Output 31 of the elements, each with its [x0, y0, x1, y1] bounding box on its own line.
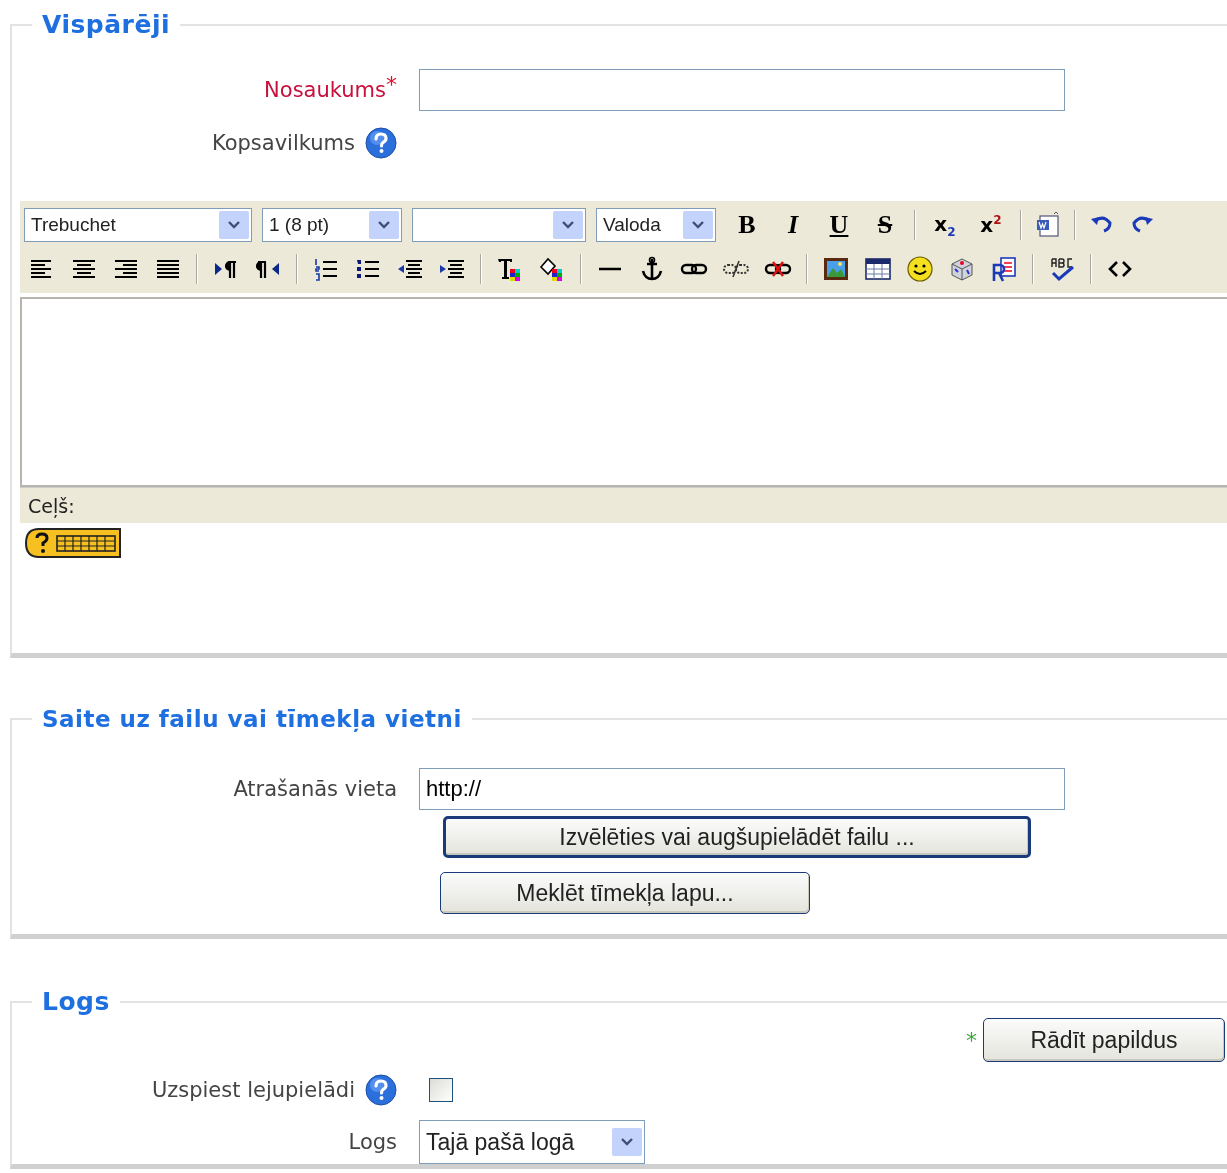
toolbar-dropdown[interactable]: 1 (8 pt): [262, 208, 402, 242]
field-label: Kopsavilkums: [211, 131, 355, 155]
show-advanced-button[interactable]: Rādīt papildus: [983, 1018, 1225, 1062]
required-mark: *: [386, 72, 397, 97]
location-input-field[interactable]: http://: [419, 768, 1065, 810]
subscript-button[interactable]: x$_{2}$: [924, 208, 966, 242]
italic-button[interactable]: I: [772, 208, 814, 242]
section-title: Vispārēji: [41, 10, 172, 39]
section-title: Logs: [41, 987, 111, 1016]
field-label: Nosaukums: [264, 78, 386, 102]
bold-button[interactable]: B: [726, 208, 768, 242]
help-icon[interactable]: [365, 1074, 397, 1106]
search-page-button[interactable]: Meklēt tīmekļa lapu...: [440, 872, 810, 914]
advanced-mark: *: [966, 1027, 977, 1053]
window-dropdown[interactable]: Tajā pašā logā: [419, 1120, 645, 1164]
superscript-button[interactable]: x$^{2}$: [970, 208, 1012, 242]
keyboard-help-icon[interactable]: [25, 528, 121, 558]
name-input-field[interactable]: [419, 69, 1065, 111]
section-title: Saite uz failu vai tīmekļa vietni: [41, 706, 463, 732]
path-label: Ceļš:: [28, 494, 75, 517]
toolbar-dropdown[interactable]: Trebuchet: [24, 208, 252, 242]
toolbar-dropdown[interactable]: Valoda: [596, 208, 716, 242]
field-label: Uzspiest lejupielādi: [151, 1078, 355, 1102]
field-label: Logs: [348, 1130, 397, 1154]
choose-file-button[interactable]: Izvēlēties vai augšupielādēt failu ...: [443, 816, 1031, 858]
field-label: Atrašanās vieta: [233, 777, 397, 801]
underline-button[interactable]: U: [818, 208, 860, 242]
checkbox[interactable]: [429, 1078, 453, 1102]
help-icon[interactable]: [365, 127, 397, 159]
toolbar-dropdown[interactable]: [412, 208, 586, 242]
strike-button[interactable]: S: [864, 208, 906, 242]
